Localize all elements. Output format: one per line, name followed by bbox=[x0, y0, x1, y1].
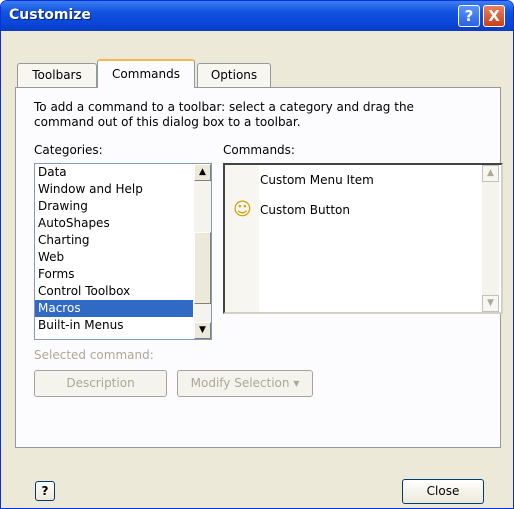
list-item-selected[interactable]: Macros bbox=[35, 300, 193, 317]
commands-scrollbar[interactable]: ▲ ▼ bbox=[482, 165, 499, 312]
commands-label: Commands: bbox=[223, 143, 295, 157]
chevron-down-icon: ▾ bbox=[293, 376, 300, 390]
list-item[interactable]: Data bbox=[35, 164, 193, 181]
smiley-icon: ☺ bbox=[233, 199, 252, 220]
scroll-down-icon[interactable]: ▼ bbox=[482, 295, 499, 312]
title-bar[interactable]: Customize ? X bbox=[1, 1, 513, 31]
tab-label: Commands bbox=[112, 67, 180, 81]
command-label: Custom Menu Item bbox=[260, 173, 374, 187]
customize-dialog: Customize ? X Toolbars Commands Options … bbox=[0, 0, 514, 509]
button-label: Close bbox=[426, 484, 460, 498]
tab-toolbars[interactable]: Toolbars bbox=[17, 63, 97, 87]
list-item[interactable]: Charting bbox=[35, 232, 193, 249]
list-item[interactable]: Forms bbox=[35, 266, 193, 283]
scroll-up-icon[interactable]: ▲ bbox=[482, 165, 499, 182]
scrollbar-thumb[interactable] bbox=[194, 232, 211, 304]
scroll-down-icon[interactable]: ▼ bbox=[194, 322, 211, 339]
dialog-title: Customize bbox=[9, 7, 91, 23]
button-label: Description bbox=[66, 376, 135, 390]
close-icon: X bbox=[488, 7, 500, 25]
description-button[interactable]: Description bbox=[34, 370, 167, 397]
help-icon: ? bbox=[464, 7, 474, 25]
icon-gutter bbox=[225, 165, 259, 312]
categories-scrollbar[interactable]: ▲ ▼ bbox=[194, 164, 211, 339]
tab-options[interactable]: Options bbox=[197, 63, 271, 87]
help-icon-button[interactable]: ? bbox=[35, 481, 55, 501]
list-item[interactable]: AutoShapes bbox=[35, 215, 193, 232]
command-label: Custom Button bbox=[260, 203, 350, 217]
scroll-up-icon[interactable]: ▲ bbox=[194, 164, 211, 181]
selected-command-label: Selected command: bbox=[34, 348, 154, 362]
modify-selection-button[interactable]: Modify Selection ▾ bbox=[177, 370, 313, 397]
list-item[interactable]: Custom Button bbox=[260, 195, 460, 225]
list-item[interactable]: Drawing bbox=[35, 198, 193, 215]
button-label: Modify Selection bbox=[190, 376, 290, 390]
close-window-button[interactable]: X bbox=[483, 5, 505, 27]
categories-label: Categories: bbox=[34, 143, 103, 157]
list-item[interactable]: Window and Help bbox=[35, 181, 193, 198]
list-item[interactable]: Web bbox=[35, 249, 193, 266]
list-item[interactable]: Built-in Menus bbox=[35, 317, 193, 334]
close-button[interactable]: Close bbox=[402, 479, 484, 504]
commands-listbox[interactable]: Custom Menu Item Custom Button ☺ ▲ ▼ bbox=[223, 163, 503, 314]
categories-listbox[interactable]: Data Window and Help Drawing AutoShapes … bbox=[34, 163, 212, 340]
list-item[interactable]: Custom Menu Item bbox=[260, 165, 460, 195]
question-icon: ? bbox=[41, 484, 49, 498]
tab-commands[interactable]: Commands bbox=[97, 59, 195, 88]
tab-label: Options bbox=[210, 68, 258, 82]
instructions-text: To add a command to a toolbar: select a … bbox=[34, 100, 414, 129]
tab-label: Toolbars bbox=[32, 68, 82, 82]
list-item[interactable]: Control Toolbox bbox=[35, 283, 193, 300]
help-button[interactable]: ? bbox=[458, 5, 480, 27]
